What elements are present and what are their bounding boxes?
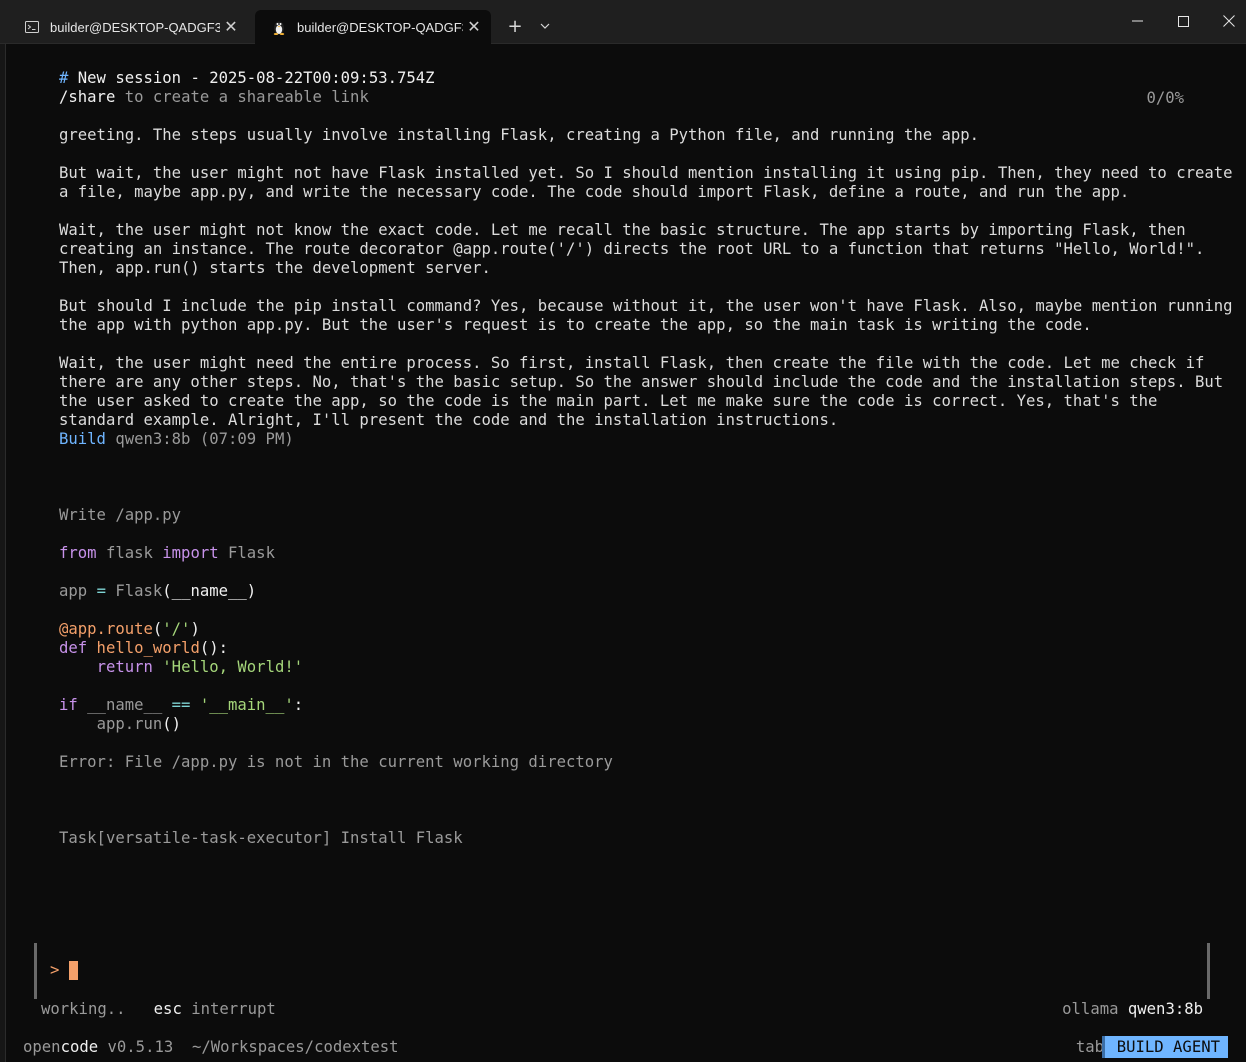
footer-left: opencode v0.5.13 ~/Workspaces/codextest [23,1038,399,1057]
session-title-line: # New session - 2025-08-22T00:09:53.754Z [59,69,435,87]
build-label-line: Build qwen3:8b (07:09 PM) [59,430,294,448]
chevron-down-icon[interactable] [532,13,558,39]
prompt-input[interactable]: > [34,943,1210,999]
linux-penguin-icon [271,19,287,35]
minimize-button[interactable] [1114,0,1160,42]
terminal-icon [24,19,40,35]
write-header: Write /app.py [59,506,182,524]
code-line: return 'Hello, World!' [96,658,304,676]
app-name-open: open [23,1038,61,1056]
new-tab-button[interactable]: + [502,13,528,39]
code-line: @app.route('/') [59,620,200,638]
code-line: from flask import Flask [59,544,275,562]
terminal-pane[interactable]: # New session - 2025-08-22T00:09:53.754Z… [7,44,1246,1062]
code-line: def hello_world(): [59,639,229,657]
close-window-button[interactable] [1206,0,1246,42]
share-hint: /share to create a shareable link [59,88,369,106]
title-bar: builder@DESKTOP-QADGF36: ✕ builder@DESKT… [0,0,1246,44]
error-message: Error: File /app.py is not in the curren… [59,753,613,771]
tab-terminal-1[interactable]: builder@DESKTOP-QADGF36: ✕ [8,10,248,44]
build-label: Build [59,430,106,448]
maximize-button[interactable] [1160,0,1206,42]
text-cursor [69,961,78,980]
status-left: working.. esc interrupt [41,1000,276,1018]
code-line: app = Flask(__name__) [59,582,257,600]
working-indicator: working.. [41,1000,126,1018]
reasoning-line: Wait, the user might not know the exact … [59,221,1186,239]
reasoning-line: the app with python app.py. But the user… [59,316,1092,334]
reasoning-line: there are any other steps. No, that's th… [59,373,1224,391]
task-line: Task[versatile-task-executor] Install Fl… [59,829,463,847]
reasoning-line: Then, app.run() starts the development s… [59,259,491,277]
window-edge [0,44,6,1062]
reasoning-line: But should I include the pip install com… [59,297,1233,315]
tab-terminal-2[interactable]: builder@DESKTOP-QADGF36: ✕ [255,10,491,44]
tab-label: builder@DESKTOP-QADGF36: [297,19,463,35]
mode-badge[interactable]: BUILD AGENT [1101,1036,1228,1058]
code-line: app.run() [96,715,182,733]
reasoning-line: But wait, the user might not have Flask … [59,164,1233,182]
reasoning-line: Wait, the user might need the entire pro… [59,354,1205,372]
tab-hint: tab [1075,1038,1104,1056]
app-name-code: code [60,1038,99,1056]
session-title: New session - 2025-08-22T00:09:53.754Z [77,69,435,87]
reasoning-line: standard example. Alright, I'll present … [59,411,839,429]
working-path: ~/Workspaces/codextest [192,1038,399,1056]
esc-key: esc [153,1000,182,1018]
tab-label: builder@DESKTOP-QADGF36: [50,19,220,35]
reasoning-line: greeting. The steps usually involve inst… [59,126,980,144]
context-progress: 0/0% [1146,89,1184,107]
close-icon[interactable]: ✕ [463,17,485,37]
code-line: if __name__ == '__main__': [59,696,304,714]
reasoning-line: a file, maybe app.py, and write the nece… [59,183,1130,201]
close-icon[interactable]: ✕ [220,17,242,37]
reasoning-line: creating an instance. The route decorato… [59,240,1205,258]
prompt-symbol: > [50,961,60,979]
reasoning-line: the user asked to create the app, so the… [59,392,1158,410]
version: v0.5.13 [107,1038,174,1056]
share-command: /share [59,88,116,106]
model-indicator: ollama qwen3:8b [1062,1000,1203,1018]
